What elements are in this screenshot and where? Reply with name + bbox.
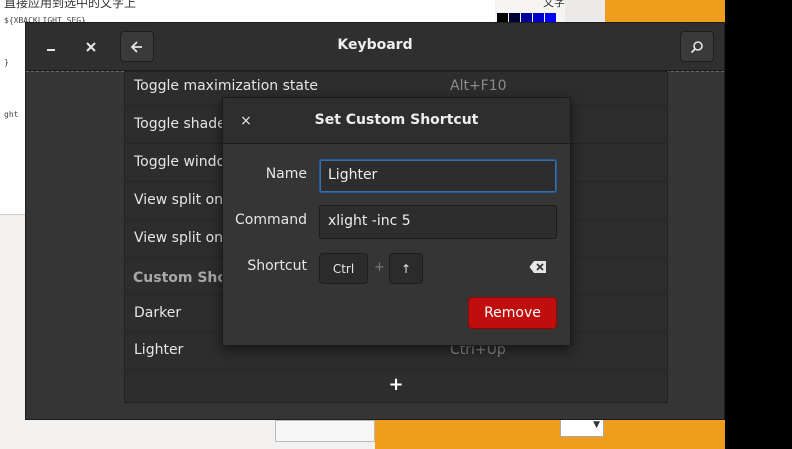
- screen-edge: [725, 0, 792, 449]
- code-line: ght: [4, 110, 19, 119]
- dialog-title: Set Custom Shortcut: [314, 112, 479, 128]
- search-icon: [690, 40, 703, 53]
- background-button[interactable]: [275, 420, 375, 442]
- key-separator: +: [374, 260, 385, 275]
- shortcut-name: Darker: [134, 305, 182, 321]
- remove-button[interactable]: Remove: [468, 297, 557, 329]
- shortcut-key-up[interactable]: ↑: [389, 253, 423, 284]
- shortcut-keys: Alt+F10: [450, 78, 507, 94]
- command-label: Command: [235, 212, 307, 228]
- shortcut-name: Toggle maximization state: [134, 78, 319, 94]
- shortcut-label: Shortcut: [247, 258, 307, 274]
- shortcut-name: View split on: [134, 192, 224, 208]
- command-field[interactable]: xlight -inc 5: [319, 205, 557, 239]
- background-dropdown[interactable]: ▼: [560, 419, 604, 437]
- window-title: Keyboard: [337, 37, 413, 53]
- header-bar: Keyboard: [26, 23, 724, 71]
- desktop-wallpaper: [375, 420, 725, 449]
- add-shortcut-button[interactable]: +: [125, 374, 667, 395]
- shortcut-name: View split on: [134, 230, 224, 246]
- doc-heading: 直接应用到选中的文字上: [4, 0, 137, 10]
- code-line: }: [4, 58, 9, 67]
- name-label: Name: [265, 166, 307, 182]
- search-button[interactable]: [680, 31, 714, 62]
- dialog-header: × Set Custom Shortcut: [223, 98, 570, 144]
- name-field[interactable]: Lighter: [319, 159, 557, 193]
- background-panel: [565, 0, 605, 22]
- shortcut-name: Lighter: [134, 342, 184, 358]
- backspace-clear-icon[interactable]: [529, 260, 547, 274]
- shortcut-key-ctrl[interactable]: Ctrl: [319, 253, 368, 284]
- set-custom-shortcut-dialog: × Set Custom Shortcut Name Lighter Comma…: [222, 97, 571, 346]
